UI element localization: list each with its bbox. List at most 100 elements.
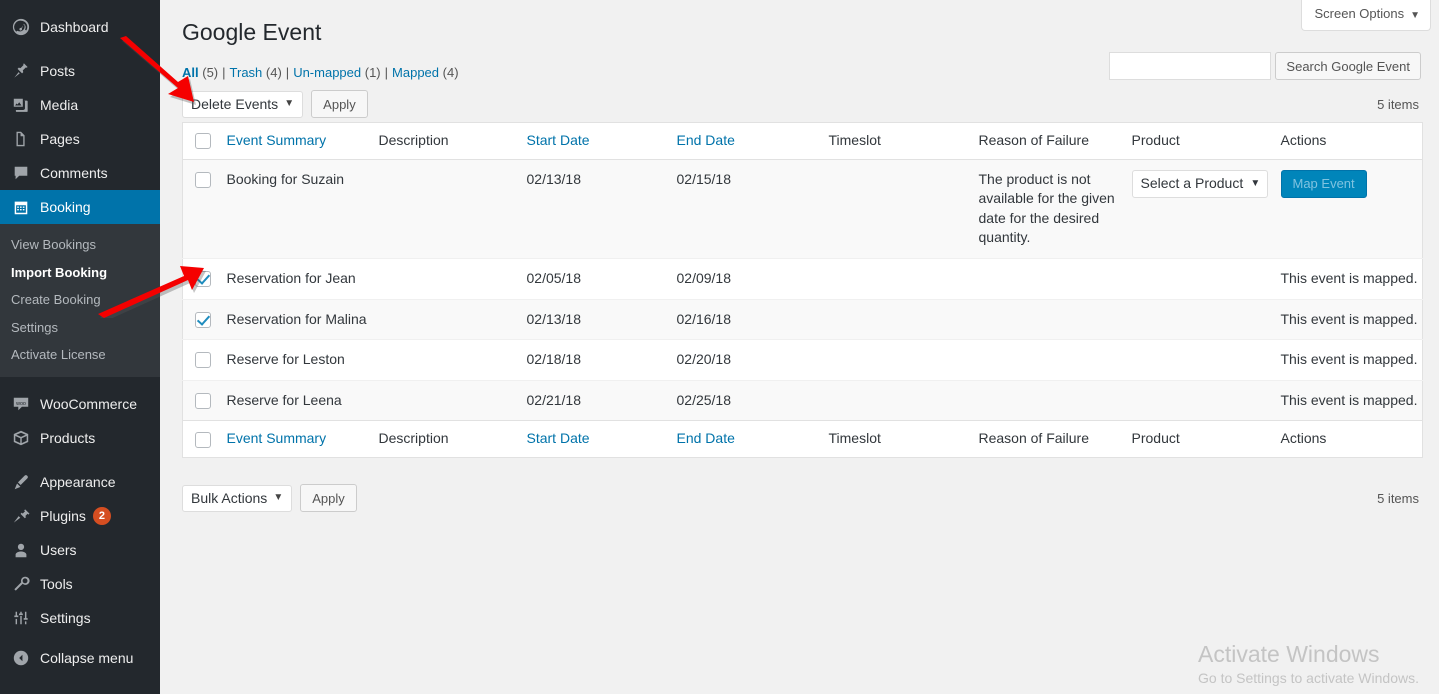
cell-reason-of-failure	[979, 258, 1132, 299]
column-start-date-footer[interactable]: Start Date	[526, 420, 677, 458]
column-end-date[interactable]: End Date	[676, 122, 829, 160]
column-label: End Date	[676, 132, 735, 148]
cell-end-date: 02/09/18	[676, 269, 732, 286]
filter-separator-3: |	[384, 65, 389, 80]
cell-product	[1132, 258, 1281, 299]
select-all-header	[182, 122, 227, 160]
sidebar-item-label: Users	[40, 541, 77, 558]
filter-link-mapped[interactable]: Mapped	[392, 65, 439, 80]
bulk-action-select-top[interactable]: Delete Events ▼	[182, 90, 304, 118]
sidebar-item-woocommerce[interactable]: woo WooCommerce	[0, 387, 160, 421]
cell-reason-of-failure	[979, 299, 1132, 340]
column-start-date[interactable]: Start Date	[526, 122, 677, 160]
table-row: Reserve for Leena 02/21/18 02/25/18 This…	[182, 380, 1423, 421]
cell-event-summary: Reserve for Leston	[226, 351, 345, 368]
box-icon	[11, 428, 31, 448]
cell-description	[379, 340, 527, 381]
column-label: Start Date	[526, 132, 590, 148]
sidebar-item-posts[interactable]: Posts	[0, 54, 160, 88]
sidebar-item-label: Pages	[40, 131, 80, 147]
sliders-icon	[11, 608, 31, 628]
apply-button-top[interactable]: Apply	[311, 90, 368, 118]
chevron-down-icon: ▼	[273, 492, 284, 503]
sidebar-item-dashboard[interactable]: Dashboard	[0, 10, 160, 44]
cell-product	[1132, 299, 1281, 340]
sidebar-item-media[interactable]: Media	[0, 88, 160, 122]
sidebar-item-products[interactable]: Products	[0, 421, 160, 455]
row-checkbox[interactable]	[195, 393, 211, 410]
cell-timeslot	[829, 340, 979, 381]
sidebar-item-users[interactable]: Users	[0, 533, 160, 567]
apply-button-bottom[interactable]: Apply	[300, 484, 357, 512]
row-checkbox[interactable]	[195, 271, 211, 288]
cell-reason-of-failure	[979, 380, 1132, 421]
sidebar-item-settings[interactable]: Settings	[0, 601, 160, 635]
sidebar-item-label: Booking	[40, 199, 91, 215]
filter-link-all[interactable]: All	[182, 65, 199, 80]
submenu-item-create-booking[interactable]: Create Booking	[0, 286, 160, 314]
filter-link-unmapped[interactable]: Un-mapped	[293, 65, 361, 80]
sidebar-item-comments[interactable]: Comments	[0, 156, 160, 190]
table-header-row: Event Summary Description Start Date End…	[182, 122, 1423, 160]
sidebar-item-booking[interactable]: Booking	[0, 190, 168, 224]
cell-end-date: 02/25/18	[676, 391, 732, 408]
cell-start-date: 02/13/18	[526, 170, 582, 187]
cell-event-summary: Reserve for Leena	[226, 391, 342, 408]
filter-link-trash[interactable]: Trash	[230, 65, 263, 80]
row-checkbox[interactable]	[195, 311, 211, 328]
sidebar-item-pages[interactable]: Pages	[0, 122, 160, 156]
submenu-item-settings[interactable]: Settings	[0, 314, 160, 342]
plugins-update-badge: 2	[92, 506, 111, 525]
pin-icon	[11, 61, 31, 81]
brush-icon	[11, 472, 31, 492]
bulk-action-select-bottom[interactable]: Bulk Actions ▼	[182, 484, 293, 512]
collapse-menu-button[interactable]: Collapse menu	[0, 641, 160, 675]
cell-event-summary: Reservation for Malina	[226, 310, 367, 327]
sidebar-item-plugins[interactable]: Plugins 2	[0, 499, 160, 533]
row-checkbox[interactable]	[195, 171, 211, 188]
sidebar-item-tools[interactable]: Tools	[0, 567, 160, 601]
cell-actions: This event is mapped.	[1280, 391, 1418, 408]
search-input[interactable]	[1109, 52, 1272, 80]
sidebar-item-appearance[interactable]: Appearance	[0, 465, 160, 499]
column-product-footer: Product	[1131, 420, 1281, 458]
wrench-icon	[11, 574, 31, 594]
pages-icon	[11, 129, 31, 149]
comment-icon	[11, 163, 31, 183]
dashboard-icon	[11, 17, 31, 37]
column-label: Event Summary	[226, 132, 327, 148]
screen-options-toggle[interactable]: Screen Options ▼	[1301, 0, 1431, 31]
cell-event-summary: Booking for Suzain	[226, 170, 345, 187]
row-checkbox[interactable]	[195, 352, 211, 369]
sidebar-item-label: WooCommerce	[40, 395, 137, 412]
map-event-button[interactable]: Map Event	[1280, 169, 1367, 198]
select-all-checkbox-top[interactable]	[195, 133, 211, 150]
row-select-cell	[183, 258, 227, 299]
product-select[interactable]: Select a Product ▼	[1131, 169, 1269, 198]
column-description: Description	[378, 122, 527, 160]
column-event-summary[interactable]: Event Summary	[226, 122, 379, 160]
select-all-checkbox-bottom[interactable]	[195, 431, 211, 448]
column-end-date-footer[interactable]: End Date	[676, 420, 829, 458]
table-foot: Event Summary Description Start Date End…	[182, 420, 1423, 458]
submenu-item-label: Create Booking	[11, 292, 101, 308]
filter-links: All (5) | Trash (4) | Un-mapped (1) | Mapped (…	[182, 64, 459, 81]
column-actions-footer: Actions	[1280, 420, 1423, 458]
submenu-item-import-booking[interactable]: Import Booking	[0, 259, 160, 287]
search-submit-button[interactable]: Search Google Event	[1275, 52, 1421, 80]
cell-product	[1132, 340, 1281, 381]
cell-timeslot	[829, 159, 979, 258]
column-event-summary-footer[interactable]: Event Summary	[226, 420, 379, 458]
table-row: Reservation for Malina 02/13/18 02/16/18…	[182, 299, 1423, 340]
submenu-item-activate-license[interactable]: Activate License	[0, 341, 160, 369]
cell-start-date: 02/05/18	[526, 269, 582, 286]
column-actions: Actions	[1280, 122, 1423, 160]
sidebar-item-label: Tools	[40, 575, 73, 592]
cell-description	[379, 258, 527, 299]
row-select-cell	[183, 299, 227, 340]
column-description-footer: Description	[378, 420, 527, 458]
tablenav-top: Delete Events ▼ Apply	[182, 90, 368, 118]
submenu-item-view-bookings[interactable]: View Bookings	[0, 231, 160, 259]
